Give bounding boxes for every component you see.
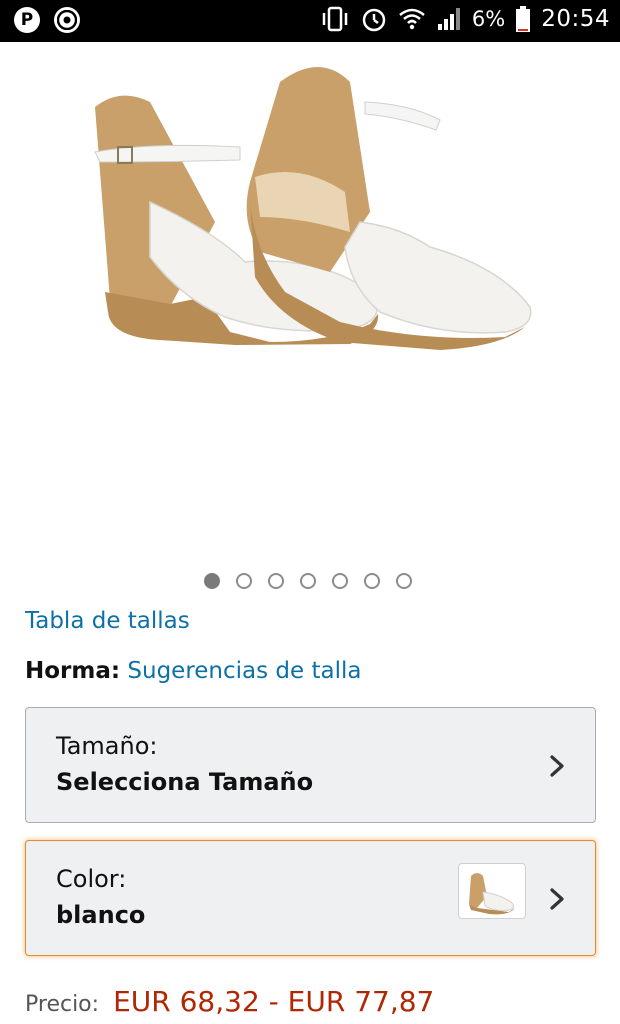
alarm-icon [362, 8, 386, 32]
carousel-dot-2[interactable] [236, 573, 252, 589]
pinterest-icon: P [14, 7, 40, 33]
color-swatch-thumbnail [458, 863, 526, 919]
espadrille-sandals-illustration [94, 67, 532, 350]
carousel-dot-6[interactable] [364, 573, 380, 589]
carousel-dot-3[interactable] [268, 573, 284, 589]
price-label: Precio: [25, 992, 100, 1017]
battery-percent: 6% [471, 7, 506, 31]
fit-label: Horma: [25, 658, 121, 684]
fit-suggestions-link[interactable]: Sugerencias de talla [127, 658, 361, 684]
size-selector-value: Selecciona Tamaño [56, 768, 314, 796]
notification-icons: P [14, 7, 80, 33]
chrome-icon [54, 7, 80, 33]
price-row: Precio: EUR 68,32 - EUR 77,87 [25, 985, 434, 1018]
status-bar: P 6% 20:54 [0, 0, 620, 42]
system-status: 6% 20:54 [320, 5, 610, 33]
battery-icon [516, 6, 531, 32]
carousel-dot-7[interactable] [396, 573, 412, 589]
price-value: EUR 68,32 - EUR 77,87 [113, 985, 435, 1018]
color-selector-value: blanco [56, 901, 146, 929]
color-selector[interactable]: Color: blanco [25, 840, 596, 956]
signal-icon [437, 8, 460, 30]
carousel-dot-1[interactable] [204, 573, 220, 589]
product-image[interactable] [0, 42, 620, 552]
carousel-dot-4[interactable] [300, 573, 316, 589]
clock: 20:54 [541, 6, 610, 32]
size-selector[interactable]: Tamaño: Selecciona Tamaño [25, 707, 596, 823]
carousel-dot-5[interactable] [332, 573, 348, 589]
chevron-right-icon [550, 755, 564, 777]
carousel-indicator [204, 573, 412, 589]
size-selector-label: Tamaño: [56, 732, 158, 760]
chevron-right-icon [550, 888, 564, 910]
color-selector-label: Color: [56, 865, 127, 893]
vibrate-icon [322, 6, 348, 32]
size-chart-link[interactable]: Tabla de tallas [25, 608, 190, 634]
wifi-icon [399, 8, 425, 30]
fit-row: Horma: Sugerencias de talla [25, 658, 361, 684]
